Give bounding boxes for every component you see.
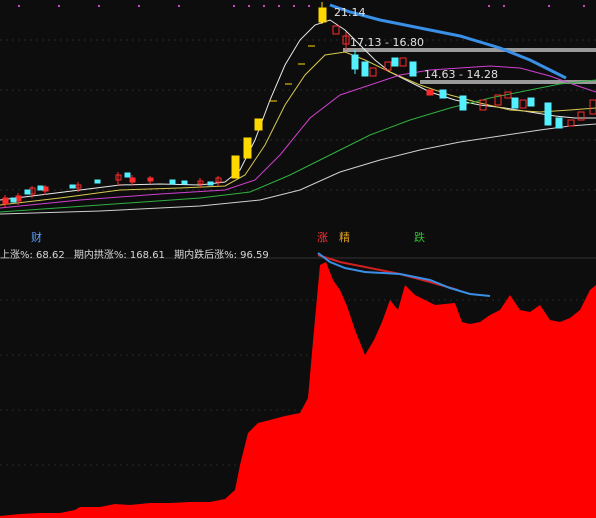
stat-fall-then-rise: 期内跌后涨%: 96.59 [174,250,269,261]
indicator-stats: 上涨%: 68.62 期内拱涨%: 168.61 期内跌后涨%: 96.59 [0,246,275,261]
stat-arch-rise: 期内拱涨%: 168.61 [73,250,165,261]
indicator-area [0,262,596,518]
tag-die: 跌 [414,231,425,244]
candles [2,2,596,208]
stat-rise: 上涨%: 68.62 [0,250,65,261]
signal-dots [18,5,585,7]
peak-price-label: 21.14 [334,6,366,19]
price-grid [0,39,596,191]
tag-zhang: 涨 [317,231,328,244]
ma-magenta [0,65,596,209]
ma-yellow [0,51,596,206]
ma-gray [0,123,596,215]
range-label-2: 14.63 - 14.28 [424,68,498,81]
range-label-1: 17.13 - 16.80 [350,36,424,49]
stock-chart-window: { "price_panel": { "markers": ["21.14", … [0,0,596,518]
ma-green [0,79,596,213]
tag-jing: 精 [339,231,350,244]
tag-cai: 财 [31,231,42,244]
ma-white [0,19,596,201]
